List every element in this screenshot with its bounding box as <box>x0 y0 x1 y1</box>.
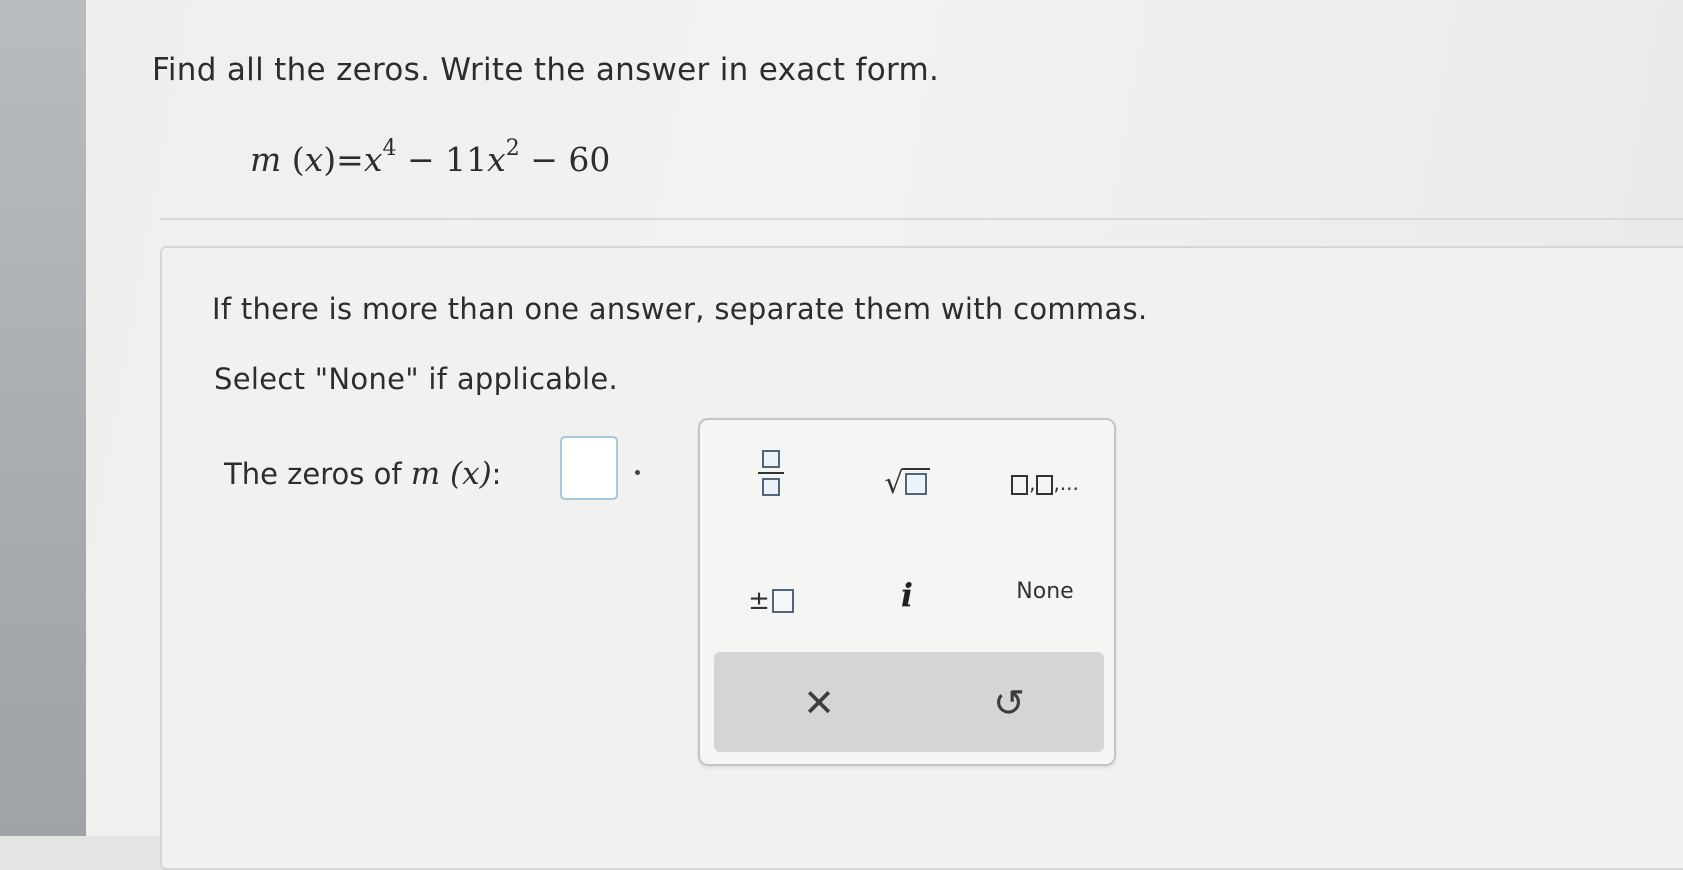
equation-term2-base: x <box>487 140 506 179</box>
zeros-label-colon: : <box>491 457 502 491</box>
instruction-none: Select "None" if applicable. <box>214 362 619 396</box>
left-edge-strip <box>0 0 86 836</box>
equation-fn-name: m <box>250 140 282 179</box>
equation-variable: x <box>304 140 324 179</box>
equation-middle: − 11 <box>396 140 488 179</box>
answer-period <box>635 470 640 475</box>
none-button-label: None <box>1016 578 1074 604</box>
equation-term1-base: x <box>363 140 383 179</box>
divider <box>160 218 1683 220</box>
list-suffix: ,... <box>1053 471 1079 495</box>
fraction-button[interactable] <box>716 438 826 508</box>
equation-term2-exponent: 2 <box>505 136 520 161</box>
zeros-label-function: m (x) <box>410 456 492 492</box>
imaginary-unit-icon: i <box>900 576 914 614</box>
fraction-icon <box>758 450 784 496</box>
imaginary-unit-button[interactable]: i <box>852 560 962 630</box>
none-button[interactable]: None <box>990 556 1100 626</box>
zeros-label-prefix: The zeros of <box>224 457 411 491</box>
undo-button[interactable]: ↺ <box>964 668 1054 738</box>
square-root-icon: √ <box>884 467 930 499</box>
clear-button[interactable]: ✕ <box>774 668 864 738</box>
question-prompt: Find all the zeros. Write the answer in … <box>152 52 940 88</box>
undo-icon: ↺ <box>993 681 1025 725</box>
zeros-label: The zeros of m (x): <box>224 456 501 492</box>
answer-input[interactable] <box>560 436 618 500</box>
list-icon: ,,... <box>1011 471 1079 495</box>
math-palette: √ ,,... ± i None ✕ ↺ <box>698 418 1116 766</box>
equation-constant: − 60 <box>519 140 611 179</box>
function-equation: m (x)=x4 − 11x2 − 60 <box>250 136 611 179</box>
plus-minus-icon: ± <box>748 586 794 616</box>
instruction-commas: If there is more than one answer, separa… <box>212 292 1148 326</box>
plus-minus-symbol: ± <box>748 586 770 616</box>
close-icon: ✕ <box>803 681 835 725</box>
list-button[interactable]: ,,... <box>990 448 1100 518</box>
equation-equals: = <box>336 140 364 179</box>
equation-term1-exponent: 4 <box>382 136 397 161</box>
square-root-button[interactable]: √ <box>852 448 962 518</box>
plus-minus-button[interactable]: ± <box>716 566 826 636</box>
palette-action-bar: ✕ ↺ <box>714 652 1104 752</box>
equation-close-paren: ) <box>323 140 337 179</box>
